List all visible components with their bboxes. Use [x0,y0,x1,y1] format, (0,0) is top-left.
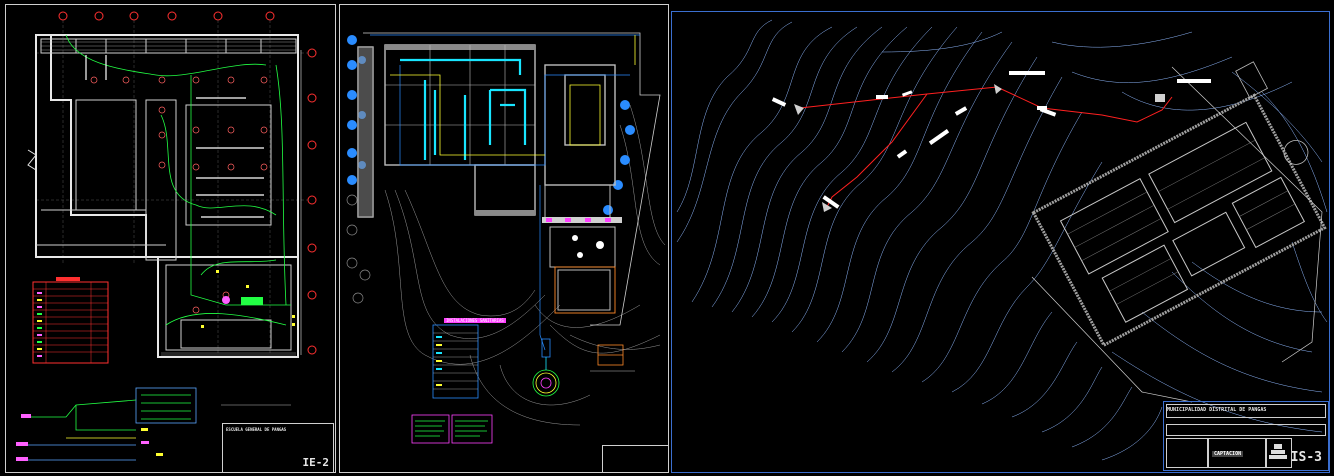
title-block-sheet-code: IE-2 [302,456,330,469]
sanitary-legend [432,324,479,399]
electrical-legend-table [32,277,109,364]
single-line-diagram [21,387,197,461]
title-block-middle [602,445,669,473]
contour-lines [676,19,1328,461]
title-block-project: ESCUELA GENERAL DE PANGAS [226,427,287,432]
seal-logo [1269,444,1287,459]
title-block-right: MUNICIPALIDAD DISTRITAL DE PANGAS CAPTAC… [1163,401,1329,471]
title-block-sheet-code: IS-3 [1290,450,1322,465]
sheet-topography: MUNICIPALIDAD DISTRITAL DE PANGAS CAPTAC… [671,11,1330,473]
conduction-route [799,86,1173,123]
title-block-left: ESCUELA GENERAL DE PANGAS IE-2 [222,423,334,473]
title-block-drawing-name: CAPTACION [1212,451,1244,457]
grid-bubbles-top [58,11,275,21]
sanitary-legend-title: INSTALACIONES SANITARIAS [444,318,506,323]
site-buildings [1031,61,1327,348]
sanitary-plan-drawing [346,32,666,444]
grid-bubbles-right [307,48,317,355]
title-block-project: MUNICIPALIDAD DISTRITAL DE PANGAS [1167,407,1267,413]
electrical-plan-drawing [16,11,317,461]
sheet-electrical-plan: ESCUELA GENERAL DE PANGAS IE-2 [5,4,336,473]
sheet-sanitary-plan: INSTALACIONES SANITARIAS [339,4,669,473]
